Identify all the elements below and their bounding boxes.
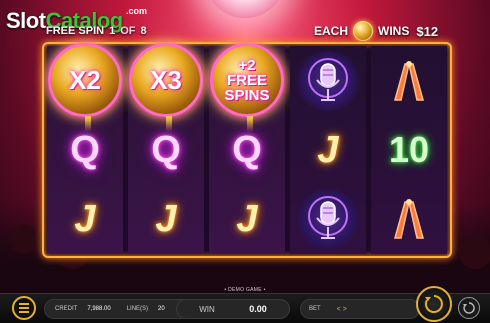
autoplay-icon — [463, 302, 475, 314]
reel-cell: J — [47, 184, 123, 253]
menu-button[interactable] — [12, 296, 36, 320]
reel-frame: X2 Q J X3 Q J +2 FREE SPINS Q J J 10 — [42, 42, 452, 258]
reel-2: X3 Q J — [128, 43, 204, 254]
reel-cell — [371, 46, 447, 115]
autoplay-button[interactable] — [458, 297, 480, 319]
free-spins-line1: +2 — [238, 56, 256, 74]
reel-cell: Q — [209, 115, 285, 184]
symbol-j: J — [236, 197, 258, 240]
disco-ball-free-spins: +2 FREE SPINS — [210, 43, 284, 132]
free-spins-text: +2 FREE SPINS — [224, 58, 269, 103]
reel-cell: J — [209, 184, 285, 253]
watermark-com: .com — [126, 6, 148, 16]
symbol-j: J — [155, 197, 177, 240]
tuning-fork-icon — [377, 189, 441, 249]
disco-ball-multiplier: X2 — [48, 43, 122, 132]
each-ball-wins-display: EACH WINS $12 — [314, 21, 438, 41]
disco-ball-multiplier: X3 — [129, 43, 203, 132]
symbol-q: Q — [70, 128, 100, 171]
reel-cell — [290, 46, 366, 115]
watermark-slot: Slot — [6, 8, 46, 33]
symbol-q: Q — [232, 128, 262, 171]
menu-line-icon — [19, 303, 29, 305]
tuning-fork-icon — [377, 51, 441, 111]
wins-amount: $12 — [416, 23, 439, 39]
win-panel: WIN 0.00 — [176, 299, 290, 319]
lines-label: LINE(S) — [126, 306, 149, 312]
each-label: EACH — [314, 24, 349, 38]
symbol-j: J — [74, 197, 96, 240]
reel-cell: +2 FREE SPINS — [209, 43, 285, 132]
disco-ball-icon — [205, 0, 285, 18]
reel-cell: J — [290, 115, 366, 184]
disco-ball-icon — [353, 21, 374, 41]
reel-3: +2 FREE SPINS Q J — [209, 43, 285, 254]
free-spins-line2: FREE — [226, 71, 267, 89]
win-value: 0.00 — [249, 304, 267, 314]
spin-icon — [424, 295, 443, 313]
microphone-icon — [296, 188, 360, 249]
reel-cell: X2 — [47, 43, 123, 132]
reel-cell: Q — [47, 115, 123, 184]
reel-cell: J — [128, 184, 204, 253]
reel-cell: X3 — [128, 43, 204, 132]
bottom-control-bar: CREDIT 7,988.00 LINE(S) 20 WIN 0.00 BET … — [0, 286, 490, 323]
symbol-q: Q — [151, 128, 181, 171]
reel-cell — [290, 184, 366, 253]
free-spin-of: OF — [120, 25, 136, 37]
win-label: WIN — [199, 304, 215, 314]
microphone-icon — [296, 50, 360, 111]
reel-cell: 10 — [371, 115, 447, 184]
credit-label: CREDIT — [55, 306, 78, 312]
reel-4: J — [290, 46, 366, 254]
symbol-j: J — [317, 128, 339, 171]
menu-line-icon — [19, 311, 29, 313]
free-spin-counter: FREE SPIN 1 OF 8 — [46, 25, 147, 37]
reel-5: 10 — [371, 46, 447, 254]
menu-line-icon — [19, 307, 29, 309]
multiplier-text: X3 — [150, 64, 182, 95]
bet-arrows[interactable]: < > — [337, 306, 347, 313]
reel-cell: Q — [128, 115, 204, 184]
free-spin-label: FREE SPIN — [46, 25, 105, 37]
reel-cell — [371, 184, 447, 253]
free-spin-total: 8 — [140, 25, 147, 37]
wins-label: WINS — [378, 24, 410, 38]
spin-button[interactable] — [416, 286, 452, 322]
bet-label: BET — [309, 306, 321, 312]
free-spins-line3: SPINS — [224, 86, 270, 104]
multiplier-text: X2 — [69, 64, 101, 95]
free-spin-current: 1 — [109, 25, 116, 37]
credit-value: 7,988.00 — [87, 306, 111, 312]
reel-1: X2 Q J — [47, 43, 123, 254]
bet-panel[interactable]: BET < > — [300, 299, 420, 319]
lines-value: 20 — [158, 306, 165, 312]
symbol-10: 10 — [388, 128, 430, 170]
